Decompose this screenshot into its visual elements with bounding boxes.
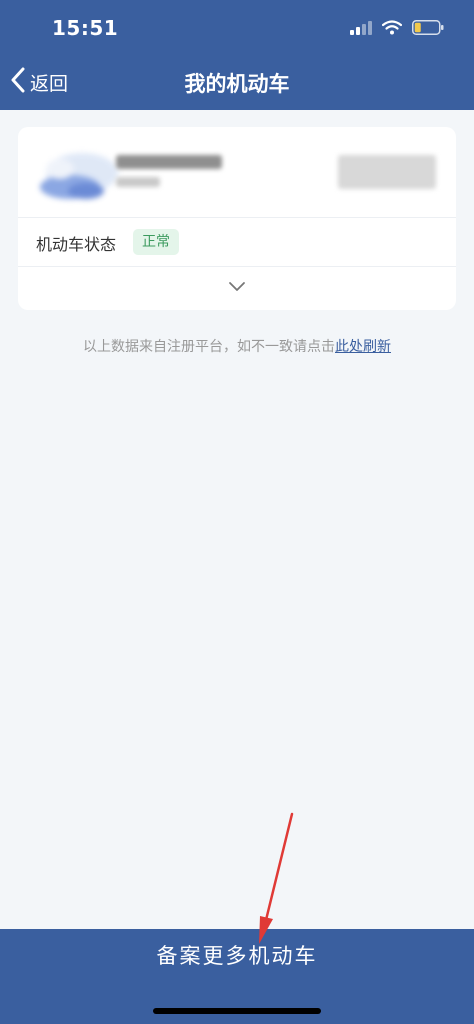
register-more-vehicles-label: 备案更多机动车: [156, 944, 318, 968]
vehicle-info-redacted: [338, 155, 436, 189]
home-indicator: [153, 1008, 321, 1014]
cellular-signal-icon: [350, 20, 372, 39]
battery-icon: [412, 19, 444, 39]
data-source-note: 以上数据来自注册平台，如不一致请点击此处刷新: [0, 336, 474, 356]
vehicle-model-redacted: [116, 177, 160, 187]
vehicle-status-row: 机动车状态 正常: [18, 218, 456, 266]
wifi-icon: [381, 19, 403, 39]
expand-details-button[interactable]: [18, 267, 456, 310]
data-source-note-text: 以上数据来自注册平台，如不一致请点击: [83, 339, 335, 355]
status-bar: 15:51: [0, 0, 474, 56]
vehicle-plate-redacted: [116, 155, 222, 169]
status-time: 15:51: [52, 16, 119, 40]
vehicle-image: [40, 153, 118, 199]
page-title: 我的机动车: [184, 72, 290, 96]
vehicle-card-header: [18, 127, 456, 217]
back-button[interactable]: 返回: [10, 66, 68, 98]
app-header: 15:51 返回 我的机动车: [0, 0, 474, 110]
vehicle-card[interactable]: 机动车状态 正常: [18, 127, 456, 310]
chevron-down-icon: [229, 282, 245, 291]
nav-bar: 返回 我的机动车: [0, 56, 474, 110]
status-icons: [350, 18, 444, 40]
chevron-left-icon: [10, 67, 26, 97]
vehicle-status-label: 机动车状态: [36, 235, 117, 254]
status-badge: 正常: [133, 229, 179, 255]
back-label: 返回: [30, 72, 69, 95]
refresh-link[interactable]: 此处刷新: [335, 339, 391, 355]
